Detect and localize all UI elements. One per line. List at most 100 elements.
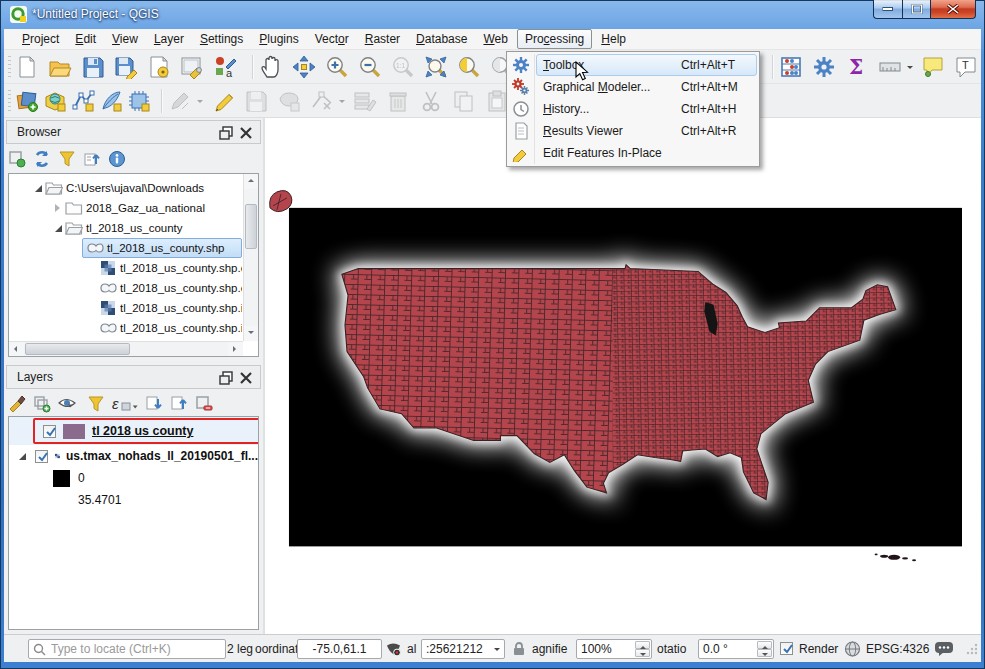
- refresh-icon[interactable]: [33, 150, 51, 168]
- save-project-icon[interactable]: [81, 55, 105, 79]
- text-annotation-icon[interactable]: T: [954, 55, 978, 79]
- tree-row-gaz[interactable]: 2018_Gaz_ua_national: [9, 198, 242, 218]
- menu-item-results-viewer[interactable]: Results Viewer Ctrl+Alt+R: [509, 120, 757, 142]
- sum-icon[interactable]: Σ: [845, 55, 869, 79]
- scroll-up-button[interactable]: [244, 174, 259, 189]
- new-print-layout-icon[interactable]: [147, 55, 171, 79]
- menu-web[interactable]: Web: [475, 29, 515, 49]
- toolbar-grip[interactable]: [7, 90, 11, 112]
- close-button[interactable]: [931, 0, 976, 19]
- coordinate-input[interactable]: -75.0,61.1: [297, 639, 382, 659]
- tree-row-downloads[interactable]: C:\Users\ujaval\Downloads: [9, 178, 242, 198]
- spin-buttons[interactable]: [757, 641, 772, 657]
- toggle-editing-icon[interactable]: [211, 89, 235, 113]
- rotation-spinbox[interactable]: 0.0 °: [698, 639, 774, 659]
- locator-search[interactable]: Type to locate (Ctrl+K): [28, 639, 226, 659]
- menu-item-graphical-modeler[interactable]: Graphical Modeler... Ctrl+Alt+M: [509, 76, 757, 98]
- filter-browser-icon[interactable]: [58, 150, 76, 168]
- zoom-full-icon[interactable]: [424, 55, 448, 79]
- menu-raster[interactable]: Raster: [357, 29, 408, 49]
- expander-closed-icon[interactable]: [51, 201, 65, 215]
- tree-row-ea2[interactable]: tl_2018_us_county.shp.ea: [9, 278, 242, 298]
- magnifier-spinbox[interactable]: 100%: [576, 639, 652, 659]
- tree-row-shp[interactable]: tl_2018_us_county.shp: [9, 238, 242, 258]
- measure-dropdown-caret[interactable]: [907, 55, 915, 79]
- modify-attributes-icon[interactable]: [353, 89, 377, 113]
- pan-to-selection-icon[interactable]: [292, 55, 316, 79]
- menu-layer[interactable]: Layer: [146, 29, 192, 49]
- minimize-button[interactable]: [873, 0, 902, 19]
- menu-view[interactable]: View: [104, 29, 146, 49]
- cut-features-icon[interactable]: [419, 89, 443, 113]
- layers-panel-header[interactable]: Layers: [6, 365, 261, 389]
- menu-processing[interactable]: Processing: [517, 29, 592, 49]
- messages-icon[interactable]: [934, 635, 954, 662]
- titlebar[interactable]: *Untitled Project - QGIS: [0, 0, 985, 29]
- browser-panel-header[interactable]: Browser: [6, 120, 261, 144]
- add-group-icon[interactable]: [33, 395, 51, 413]
- current-edits-caret[interactable]: [197, 89, 205, 113]
- menu-item-history[interactable]: History... Ctrl+Alt+H: [509, 98, 757, 120]
- open-project-icon[interactable]: [48, 55, 72, 79]
- delete-selected-icon[interactable]: [386, 89, 410, 113]
- lock-icon[interactable]: [512, 635, 526, 662]
- new-shapefile-layer-icon[interactable]: [71, 89, 95, 113]
- tree-row-county-folder[interactable]: tl_2018_us_county: [9, 218, 242, 238]
- browser-hscrollbar[interactable]: [9, 341, 243, 356]
- new-geopackage-layer-icon[interactable]: [43, 89, 67, 113]
- expander-open-icon[interactable]: [15, 449, 29, 463]
- layer-row-raster[interactable]: us.tmax_nohads_ll_20190501_fl...: [9, 445, 258, 467]
- vscroll-thumb[interactable]: [245, 204, 257, 249]
- extents-icon[interactable]: [385, 635, 402, 662]
- tree-row-isc1[interactable]: tl_2018_us_county.shp.isc: [9, 298, 242, 318]
- menu-edit[interactable]: Edit: [67, 29, 104, 49]
- maximize-button[interactable]: [902, 0, 931, 19]
- layer-checkbox[interactable]: [35, 450, 48, 463]
- scroll-down-button[interactable]: [244, 326, 259, 341]
- filter-legend-icon[interactable]: [87, 395, 105, 413]
- map-tips-icon[interactable]: [921, 55, 945, 79]
- menu-help[interactable]: Help: [593, 29, 634, 49]
- layer-row-county[interactable]: tl 2018 us county: [9, 417, 258, 445]
- layout-manager-icon[interactable]: [180, 55, 204, 79]
- browser-close-button[interactable]: [238, 125, 254, 141]
- render-checkbox[interactable]: [780, 642, 793, 655]
- filter-expression-icon[interactable]: ε: [112, 395, 138, 413]
- statistics-icon[interactable]: [779, 55, 803, 79]
- zoom-out-icon[interactable]: [358, 55, 382, 79]
- new-project-icon[interactable]: [15, 55, 39, 79]
- collapse-all-layers-icon[interactable]: [170, 395, 188, 413]
- layer-checkbox[interactable]: [43, 425, 56, 438]
- layers-close-button[interactable]: [238, 370, 254, 386]
- scale-combobox[interactable]: :25621212: [421, 639, 505, 659]
- browser-float-button[interactable]: [218, 125, 234, 141]
- menu-item-edit-in-place[interactable]: Edit Features In-Place: [509, 142, 757, 164]
- map-canvas[interactable]: [263, 118, 981, 634]
- tree-row-ea1[interactable]: tl_2018_us_county.shp.ea: [9, 258, 242, 278]
- style-manager-icon[interactable]: a: [213, 55, 237, 79]
- processing-gear-icon[interactable]: [812, 55, 836, 79]
- hscroll-thumb[interactable]: [25, 343, 130, 355]
- current-edits-icon[interactable]: [168, 89, 192, 113]
- new-virtual-layer-icon[interactable]: [127, 89, 151, 113]
- menu-project[interactable]: Project: [14, 29, 67, 49]
- expand-all-icon[interactable]: [145, 395, 163, 413]
- add-feature-icon[interactable]: [277, 89, 301, 113]
- resize-grip[interactable]: [966, 635, 978, 662]
- zoom-in-icon[interactable]: [325, 55, 349, 79]
- new-scratch-layer-icon[interactable]: [99, 89, 123, 113]
- menu-settings[interactable]: Settings: [192, 29, 251, 49]
- tree-row-partial[interactable]: 2018_Gaz_ua_national.zip: [9, 338, 242, 340]
- expander-open-icon[interactable]: [51, 221, 65, 235]
- map-themes-icon[interactable]: [58, 395, 80, 413]
- remove-layer-icon[interactable]: [195, 395, 213, 413]
- collapse-all-icon[interactable]: [83, 150, 101, 168]
- menu-database[interactable]: Database: [408, 29, 475, 49]
- expander-open-icon[interactable]: [31, 181, 45, 195]
- tree-row-isc2[interactable]: tl_2018_us_county.shp.isc: [9, 318, 242, 338]
- menu-vector[interactable]: Vector: [307, 29, 357, 49]
- menu-plugins[interactable]: Plugins: [251, 29, 306, 49]
- add-selected-layer-icon[interactable]: [8, 150, 26, 168]
- properties-info-icon[interactable]: [108, 150, 126, 168]
- menu-item-toolbox[interactable]: Toolbox Ctrl+Alt+T: [509, 54, 757, 76]
